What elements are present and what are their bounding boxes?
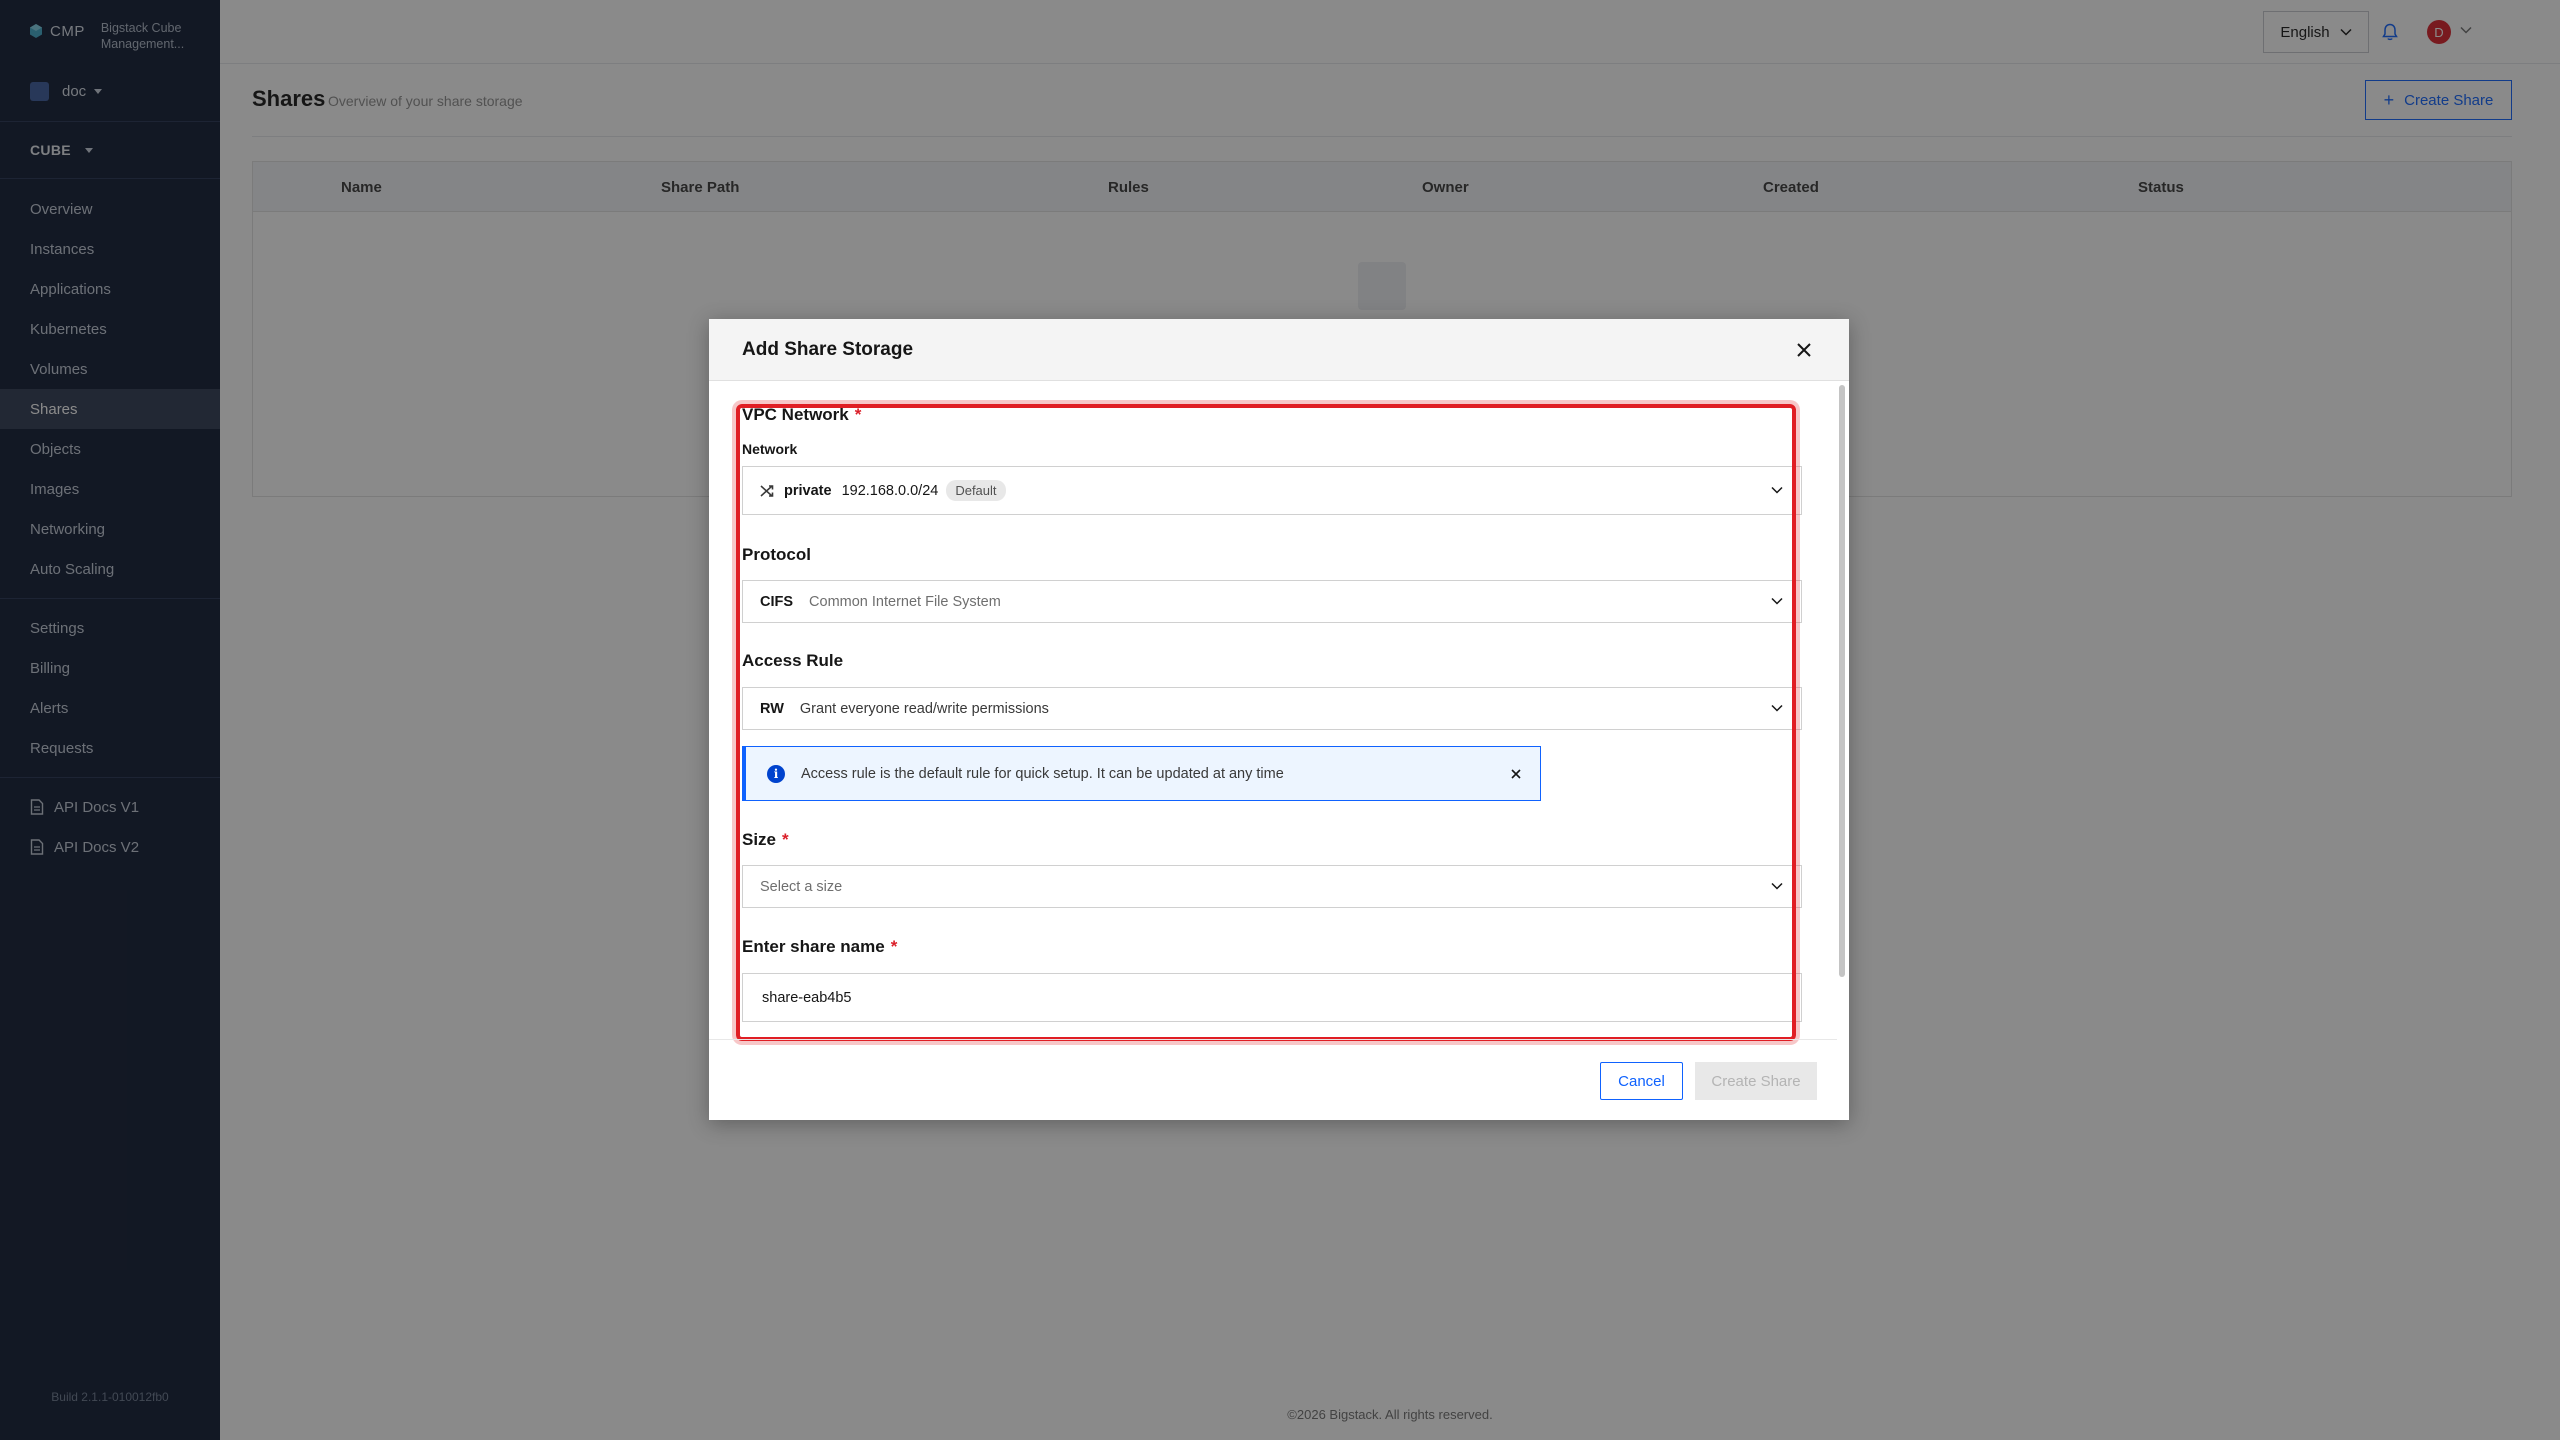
modal-header: Add Share Storage (709, 319, 1849, 381)
add-share-storage-modal: Add Share Storage VPC Network * Network p… (709, 319, 1849, 1120)
modal-footer-divider (709, 1039, 1837, 1040)
modal-scrollbar[interactable] (1837, 383, 1847, 1029)
modal-title: Add Share Storage (742, 339, 914, 360)
scrollbar-thumb[interactable] (1839, 385, 1845, 977)
form-highlight (736, 404, 1796, 1041)
cancel-button[interactable]: Cancel (1600, 1062, 1683, 1100)
close-icon[interactable] (1795, 341, 1813, 359)
create-share-submit-button[interactable]: Create Share (1695, 1062, 1817, 1100)
